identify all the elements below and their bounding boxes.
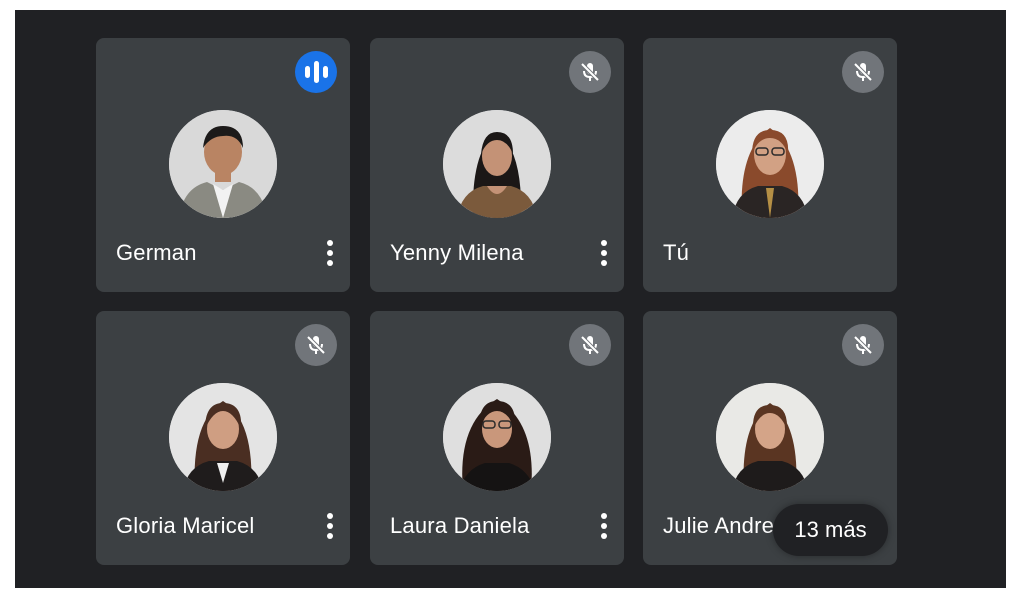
participant-tile[interactable]: Tú [643,38,897,292]
mic-off-icon [569,324,611,366]
meeting-grid: German Yenny Milena Tú Gloria Maricel La… [15,10,1006,588]
participant-tile[interactable]: Gloria Maricel [96,311,350,565]
more-participants-button[interactable]: 13 más [773,504,888,556]
participant-avatar [716,383,824,491]
more-options-button[interactable] [594,509,614,543]
mic-off-icon [295,324,337,366]
mic-off-icon [569,51,611,93]
participant-name: Laura Daniela [390,513,530,538]
speaking-indicator-icon [295,51,337,93]
participant-name: German [116,240,197,265]
mic-off-icon [842,324,884,366]
participant-tile[interactable]: Yenny Milena [370,38,624,292]
participant-tile[interactable]: German [96,38,350,292]
more-options-button[interactable] [320,236,340,270]
participant-name: Gloria Maricel [116,513,255,538]
participant-avatar [443,110,551,218]
participant-name: Julie Andrea [663,513,787,538]
participant-name: Yenny Milena [390,240,524,265]
participant-avatar [443,383,551,491]
participant-avatar [169,383,277,491]
mic-off-icon [842,51,884,93]
more-options-button[interactable] [594,236,614,270]
participant-tile[interactable]: Laura Daniela [370,311,624,565]
participant-avatar [169,110,277,218]
participant-name: Tú [663,240,690,265]
more-options-button[interactable] [320,509,340,543]
participant-avatar [716,110,824,218]
